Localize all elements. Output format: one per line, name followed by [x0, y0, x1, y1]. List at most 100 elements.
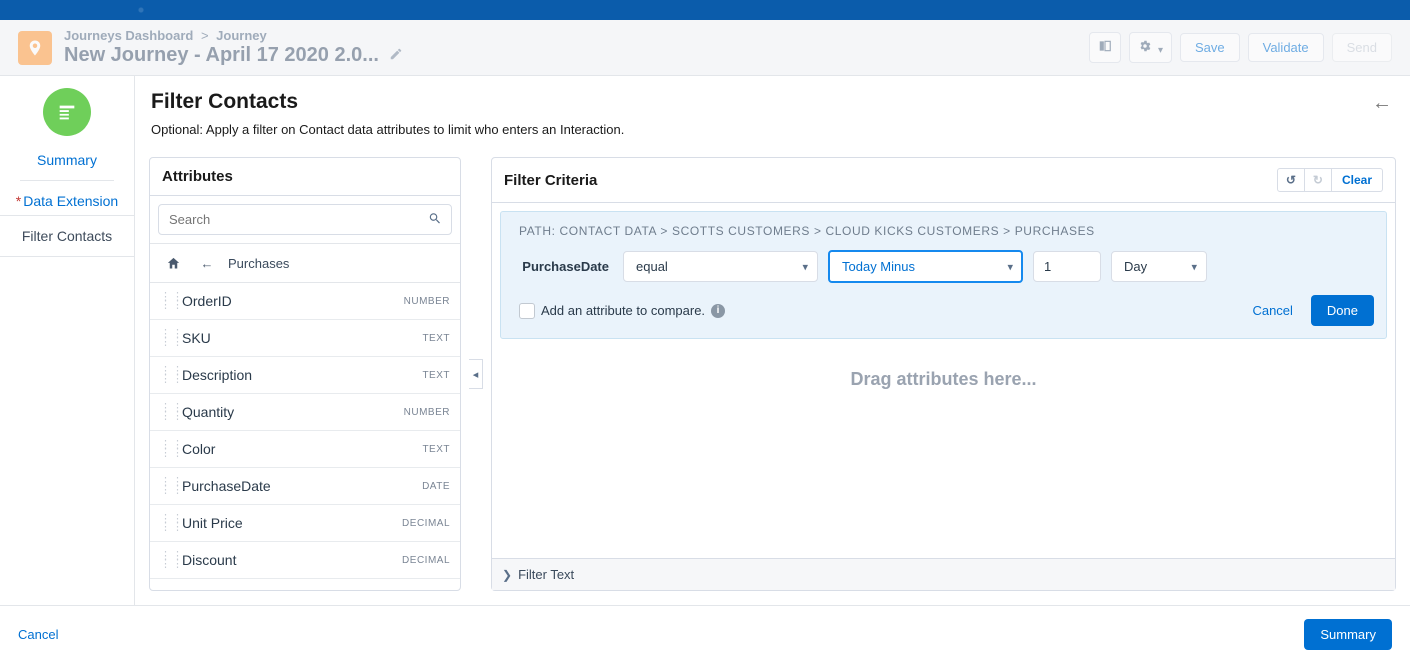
work-row: Attributes ← Purchases [135, 145, 1410, 605]
attribute-item[interactable]: ⋮⋮⋮⋮OrderIDNUMBER [150, 283, 460, 320]
attr-nav-current: Purchases [228, 256, 289, 271]
attribute-label: Description [182, 367, 422, 383]
attribute-item[interactable]: ⋮⋮⋮⋮ Unit PriceDECIMAL [150, 505, 460, 542]
drag-handle-icon: ⋮⋮⋮⋮ [160, 404, 176, 420]
save-button[interactable]: Save [1180, 33, 1240, 62]
criteria-relative-select[interactable]: Today Minus [828, 250, 1023, 283]
send-button: Send [1332, 33, 1392, 62]
criteria-drop-zone[interactable]: Drag attributes here... [500, 339, 1387, 550]
filter-criteria-panel: Filter Criteria ↺ ↻ Clear PATH: CONTACT … [491, 157, 1396, 591]
compare-checkbox[interactable] [519, 303, 535, 319]
attribute-item[interactable]: ⋮⋮⋮⋮SKUTEXT [150, 320, 460, 357]
journey-title-row: New Journey - April 17 2020 2.0... [64, 43, 403, 67]
app-top-banner [0, 0, 1410, 20]
drag-handle-icon: ⋮⋮⋮⋮ [160, 552, 176, 568]
attributes-search-wrap [150, 196, 460, 244]
attribute-label: Unit Price [182, 515, 402, 531]
criteria-operator-select-wrap: equal [623, 251, 818, 282]
collapse-attributes-tab[interactable]: ◂ [469, 359, 483, 389]
attribute-label: OrderID [182, 293, 404, 309]
attribute-item[interactable]: ⋮⋮⋮⋮DescriptionTEXT [150, 357, 460, 394]
breadcrumb-separator: > [201, 28, 209, 43]
search-icon [428, 211, 442, 228]
attribute-type: DATE [422, 481, 450, 492]
breadcrumb-root[interactable]: Journeys Dashboard [64, 28, 193, 43]
attr-nav-home-icon[interactable] [160, 250, 186, 276]
validate-button[interactable]: Validate [1248, 33, 1324, 62]
drag-handle-icon: ⋮⋮⋮⋮ [160, 515, 176, 531]
criteria-panel-title: Filter Criteria [504, 172, 597, 189]
rail-step-data-extension-label: Data Extension [23, 193, 118, 209]
header-actions: ▾ Save Validate Send [1089, 32, 1392, 63]
drag-handle-icon: ⋮⋮⋮⋮ [160, 478, 176, 494]
attributes-list: ⋮⋮⋮⋮OrderIDNUMBER⋮⋮⋮⋮SKUTEXT⋮⋮⋮⋮Descript… [150, 283, 460, 590]
entry-source-icon [43, 88, 91, 136]
filter-text-label: Filter Text [518, 567, 574, 582]
attribute-type: DECIMAL [402, 518, 450, 529]
rail-step-filter-contacts[interactable]: Filter Contacts [0, 215, 134, 257]
rail-step-data-extension[interactable]: *Data Extension [0, 187, 134, 215]
drag-handle-icon: ⋮⋮⋮⋮ [160, 293, 176, 309]
clear-button[interactable]: Clear [1332, 168, 1383, 192]
footer-cancel-link[interactable]: Cancel [18, 627, 58, 642]
required-marker: * [16, 193, 21, 209]
attribute-item[interactable]: ⋮⋮⋮⋮DiscountDECIMAL [150, 542, 460, 579]
attribute-type: TEXT [422, 444, 450, 455]
attribute-label: Color [182, 441, 422, 457]
criteria-toolbar: ↺ ↻ Clear [1277, 168, 1383, 192]
layout-toggle-button[interactable] [1089, 32, 1121, 63]
attribute-type: NUMBER [404, 407, 450, 418]
attribute-item[interactable]: ⋮⋮⋮⋮ PurchaseDateDATE [150, 468, 460, 505]
compare-attribute-toggle[interactable]: Add an attribute to compare. i [519, 303, 725, 319]
attributes-search-input[interactable] [158, 204, 452, 235]
criteria-path-text: CONTACT DATA > SCOTTS CUSTOMERS > CLOUD … [560, 224, 1095, 238]
breadcrumb[interactable]: Journeys Dashboard > Journey [64, 28, 403, 44]
criteria-path: PATH: CONTACT DATA > SCOTTS CUSTOMERS > … [519, 224, 1374, 238]
criteria-unit-select[interactable]: Day [1111, 251, 1207, 282]
redo-button: ↻ [1305, 168, 1332, 192]
criteria-number-input[interactable] [1033, 251, 1101, 282]
page-title: Filter Contacts [151, 90, 1394, 114]
page-subtitle: Optional: Apply a filter on Contact data… [151, 122, 1394, 137]
drop-zone-text: Drag attributes here... [850, 369, 1036, 390]
criteria-panel-head: Filter Criteria ↺ ↻ Clear [492, 158, 1395, 203]
criteria-row: PurchaseDate equal Today Minus [513, 250, 1374, 283]
edit-title-icon[interactable] [389, 43, 403, 67]
criteria-card: PATH: CONTACT DATA > SCOTTS CUSTOMERS > … [500, 211, 1387, 339]
attribute-label: SKU [182, 330, 422, 346]
criteria-done-button[interactable]: Done [1311, 295, 1374, 326]
close-panel-arrow-icon[interactable]: ← [1372, 92, 1392, 115]
wizard-left-rail: Summary *Data Extension Filter Contacts [0, 76, 135, 605]
attribute-item[interactable]: ⋮⋮⋮⋮ QuantityNUMBER [150, 394, 460, 431]
criteria-cancel-link[interactable]: Cancel [1252, 303, 1292, 318]
compare-label: Add an attribute to compare. [541, 303, 705, 318]
modal-main: Filter Contacts Optional: Apply a filter… [135, 76, 1410, 605]
attribute-label: PurchaseDate [182, 478, 422, 494]
rail-divider [20, 180, 114, 181]
criteria-body: PATH: CONTACT DATA > SCOTTS CUSTOMERS > … [492, 203, 1395, 558]
footer-summary-button[interactable]: Summary [1304, 619, 1392, 650]
attribute-item[interactable]: ⋮⋮⋮⋮ ColorTEXT [150, 431, 460, 468]
settings-gear-button[interactable]: ▾ [1129, 32, 1172, 63]
breadcrumb-leaf: Journey [216, 28, 267, 43]
journey-app-icon [18, 31, 52, 65]
info-icon[interactable]: i [711, 304, 725, 318]
modal-body: Summary *Data Extension Filter Contacts … [0, 76, 1410, 606]
filter-text-toggle[interactable]: ❯ Filter Text [492, 558, 1395, 590]
attribute-type: TEXT [422, 370, 450, 381]
criteria-path-prefix: PATH: [519, 224, 556, 238]
header-title-block: Journeys Dashboard > Journey New Journey… [64, 28, 403, 68]
attribute-label: Discount [182, 552, 402, 568]
journey-title: New Journey - April 17 2020 2.0... [64, 43, 379, 67]
criteria-actions: Add an attribute to compare. i Cancel Do… [513, 295, 1374, 326]
undo-button[interactable]: ↺ [1277, 168, 1305, 192]
attr-nav-back-icon[interactable]: ← [194, 250, 220, 276]
drag-handle-icon: ⋮⋮⋮⋮ [160, 441, 176, 457]
criteria-operator-select[interactable]: equal [623, 251, 818, 282]
modal-shell: Summary *Data Extension Filter Contacts … [0, 76, 1410, 662]
chevron-right-icon: ❯ [502, 568, 512, 582]
rail-step-summary[interactable]: Summary [0, 146, 134, 174]
criteria-attribute-label: PurchaseDate [519, 259, 609, 274]
drag-handle-icon: ⋮⋮⋮⋮ [160, 330, 176, 346]
attribute-label: Quantity [182, 404, 404, 420]
